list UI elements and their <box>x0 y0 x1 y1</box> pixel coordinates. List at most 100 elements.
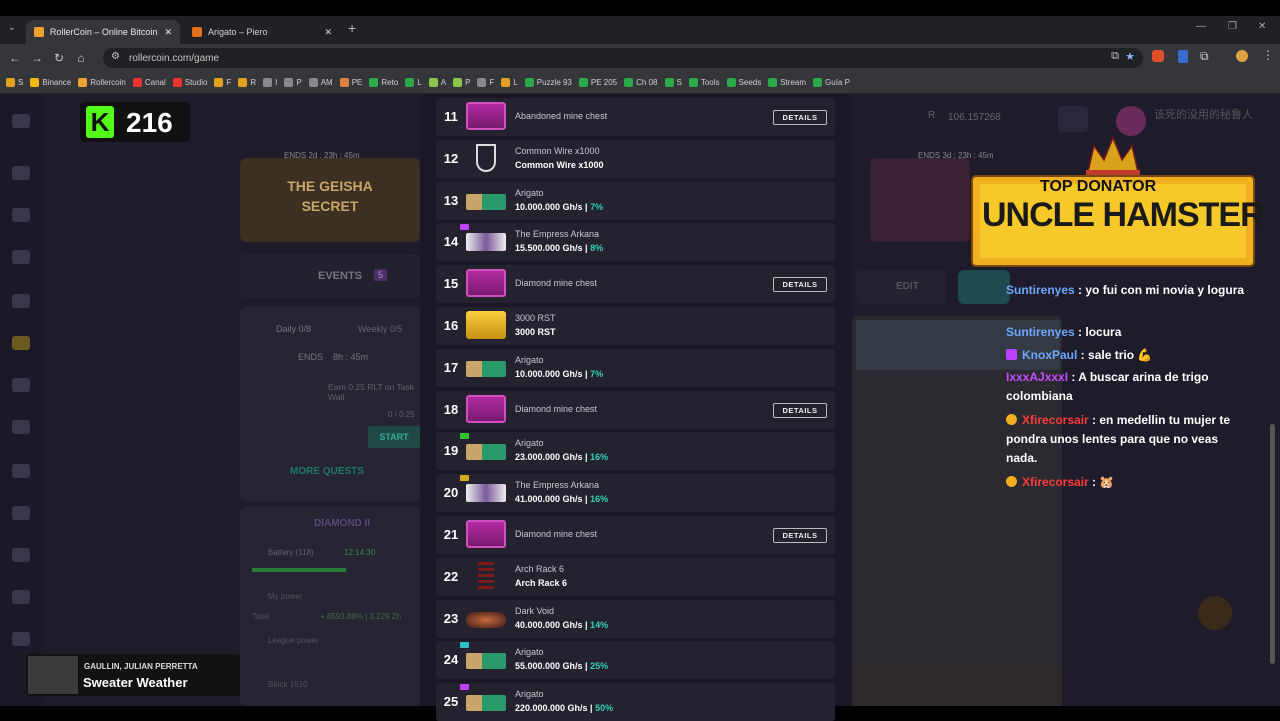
room-icon[interactable] <box>12 464 30 478</box>
details-button[interactable]: DETAILS <box>773 110 827 125</box>
close-window-icon[interactable]: ✕ <box>1258 21 1266 32</box>
bookmark-item[interactable]: R <box>238 78 256 87</box>
bookmark-icon <box>30 78 40 87</box>
page-scrollbar[interactable] <box>1270 424 1275 664</box>
address-bar[interactable]: ⚙ rollercoin.com/game ⧉ ★ <box>103 48 1143 68</box>
bookmark-item[interactable]: Guía P <box>813 78 850 87</box>
extension-icon[interactable] <box>1178 50 1188 63</box>
details-button[interactable]: DETAILS <box>773 402 827 418</box>
tab-arigato[interactable]: Arigato – Piero ✕ <box>184 20 340 44</box>
settings-icon[interactable] <box>12 632 30 646</box>
gift-icon[interactable] <box>12 506 30 520</box>
bookmark-item[interactable]: P <box>284 78 302 87</box>
bookmark-icon <box>524 78 534 87</box>
reward-row: 15 Diamond mine chest DETAILS <box>436 265 835 304</box>
bookmark-item[interactable]: S <box>6 78 23 87</box>
extensions-puzzle-icon[interactable]: ⧉ <box>1200 49 1209 64</box>
details-button[interactable]: DETAILS <box>773 277 827 293</box>
bookmark-label: P <box>465 78 471 87</box>
bookmark-item[interactable]: I <box>263 78 277 87</box>
total-label: Total <box>252 612 269 621</box>
bookmark-item[interactable]: Ch 08 <box>624 78 658 87</box>
bookmark-item[interactable]: Rollercoin <box>78 78 126 87</box>
event-banner-left[interactable]: ENDS 2d : 23h : 45m THE GEISHA SECRET <box>240 151 420 242</box>
notifications-button[interactable] <box>1058 106 1088 132</box>
close-tab-icon[interactable]: ✕ <box>164 27 172 38</box>
room-action-button[interactable] <box>958 270 1010 304</box>
bookmark-item[interactable]: AM <box>308 78 333 87</box>
edit-button[interactable]: EDIT <box>856 270 946 304</box>
bookmark-item[interactable]: P <box>453 78 470 87</box>
tab-weekly[interactable]: Weekly 0/5 <box>358 324 402 334</box>
username: 该死的没用的秘鲁人 <box>1154 109 1253 121</box>
crown-icon[interactable] <box>12 336 30 350</box>
details-button[interactable]: DETAILS <box>773 528 827 543</box>
reward-percent: 7% <box>590 201 604 212</box>
bookmark-item[interactable]: L <box>405 78 422 87</box>
reward-thumbnail <box>466 484 506 503</box>
tab-rollercoin[interactable]: RollerCoin – Online Bitcoin Min ✕ <box>26 20 180 44</box>
maximize-icon[interactable]: ❐ <box>1228 21 1237 32</box>
reward-power: 3000 RST <box>515 327 556 337</box>
hamster-mascot[interactable] <box>1198 596 1232 630</box>
bookmark-item[interactable]: PE <box>339 78 362 87</box>
site-info-icon[interactable]: ⚙ <box>111 51 120 62</box>
forward-icon[interactable]: → <box>26 51 48 65</box>
user-icon[interactable] <box>12 250 30 264</box>
bookmark-icon <box>624 78 634 87</box>
back-icon[interactable]: ← <box>4 51 26 65</box>
kick-count: 216 <box>126 107 173 138</box>
new-tab-button[interactable]: + <box>348 20 356 36</box>
bookmark-item[interactable]: L <box>501 78 518 87</box>
menu-icon[interactable] <box>12 114 30 128</box>
bookmark-item[interactable]: F <box>477 78 494 87</box>
my-power-label: My power <box>268 592 303 601</box>
stats-icon[interactable] <box>12 590 30 604</box>
bookmark-item[interactable]: Canal <box>132 78 166 87</box>
more-quests-link[interactable]: MORE QUESTS <box>290 466 364 477</box>
bookmark-item[interactable]: PE 205 <box>578 78 617 87</box>
browser-toolbar: ← → ↻ ⌂ ⚙ rollercoin.com/game ⧉ ★ ⧉ ⋮ <box>0 44 1280 72</box>
extension-icon[interactable] <box>1152 50 1164 62</box>
bookmark-star-icon[interactable]: ★ <box>1125 50 1135 63</box>
reward-name: Arigato <box>515 438 544 449</box>
bookmark-item[interactable]: S <box>664 78 682 87</box>
bookmark-item[interactable]: Seeds <box>726 78 761 87</box>
bookmark-item[interactable]: Binance <box>30 78 71 87</box>
bookmark-item[interactable]: Stream <box>768 78 806 87</box>
bookmark-item[interactable]: Studio <box>172 78 207 87</box>
reload-icon[interactable]: ↻ <box>48 51 70 65</box>
trophy-icon[interactable] <box>12 548 30 562</box>
cart-icon[interactable] <box>12 378 30 392</box>
close-tab-icon[interactable]: ✕ <box>324 27 332 38</box>
reward-power: 10.000.000 Gh/s | <box>515 201 591 212</box>
inventory-icon[interactable] <box>12 420 30 434</box>
reward-rank: 25 <box>443 694 459 710</box>
reward-rank: 12 <box>443 150 459 166</box>
reward-thumbnail <box>466 360 506 377</box>
bookmark-label: P <box>296 78 302 87</box>
bookmark-item[interactable]: Tools <box>688 78 720 87</box>
tab-daily[interactable]: Daily 0/8 <box>276 324 311 334</box>
bookmark-item[interactable]: Puzzle 93 <box>524 78 572 87</box>
tab-list-icon[interactable]: ⌄ <box>8 22 16 33</box>
bookmark-label: I <box>275 78 278 87</box>
rewards-list[interactable]: 11 Abandoned mine chest DETAILS 12 Common Wi… <box>420 94 852 721</box>
bookmark-item[interactable]: A <box>428 78 446 87</box>
menu-kebab-icon[interactable]: ⋮ <box>1262 48 1274 62</box>
home-icon[interactable] <box>12 166 30 180</box>
event-banner-right[interactable]: ENDS 3d : 23h : 45m <box>870 151 994 242</box>
reward-thumbnail <box>466 102 506 130</box>
events-button[interactable]: EVENTS 5 <box>240 254 420 298</box>
games-icon[interactable] <box>12 208 30 222</box>
bookmark-item[interactable]: Reto <box>369 78 398 87</box>
profile-avatar[interactable] <box>1236 50 1248 62</box>
bookmark-item[interactable]: F <box>214 78 231 87</box>
reward-rank: 16 <box>443 318 459 333</box>
reward-rank: 23 <box>443 610 459 626</box>
minimize-icon[interactable]: — <box>1196 21 1206 32</box>
quest-start-button[interactable]: START <box>368 426 420 448</box>
install-app-icon[interactable]: ⧉ <box>1111 50 1119 63</box>
home-icon[interactable]: ⌂ <box>70 51 92 65</box>
chest-icon[interactable] <box>12 294 30 308</box>
